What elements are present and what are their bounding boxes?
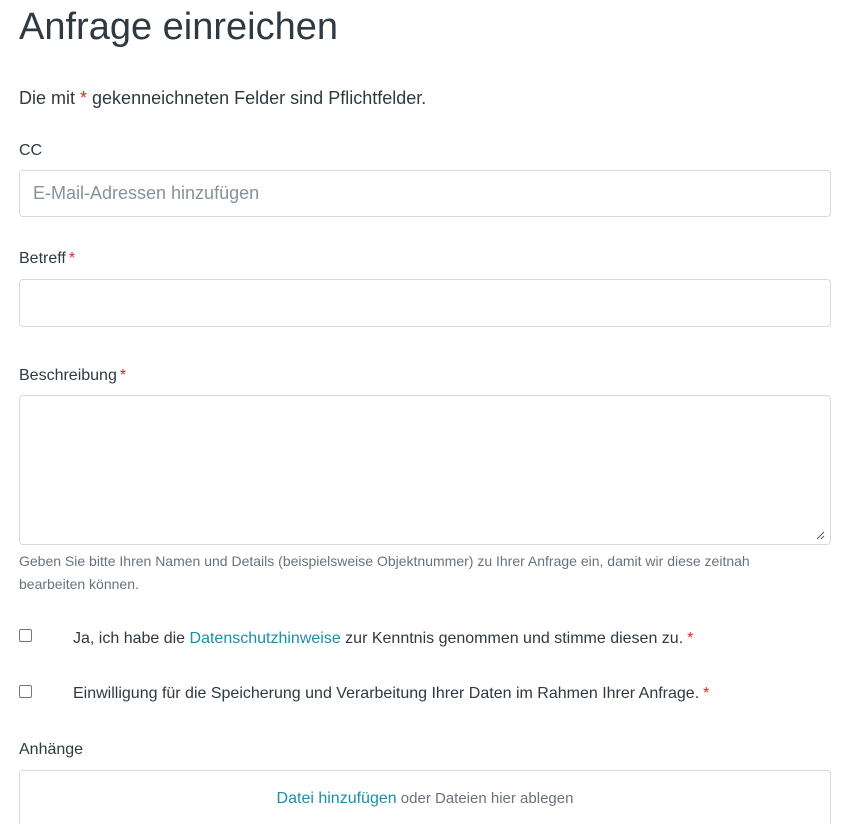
- required-asterisk: *: [80, 88, 88, 108]
- privacy-consent-label: Ja, ich habe die Datenschutzhinweise zur…: [73, 628, 693, 650]
- subject-label: Betreff *: [19, 249, 75, 269]
- data-consent-label: Einwilligung für die Speicherung und Ver…: [73, 683, 709, 705]
- privacy-text-before: Ja, ich habe die: [73, 630, 190, 647]
- intro-text-after: gekenneichneten Felder sind Pflichtfelde…: [87, 88, 427, 108]
- privacy-policy-link[interactable]: Datenschutzhinweise: [190, 630, 341, 647]
- resize-grip-icon[interactable]: [815, 530, 825, 540]
- subject-input[interactable]: [19, 279, 831, 327]
- dropzone-drop-text: oder Dateien hier ablegen: [396, 790, 574, 807]
- description-label-text: Beschreibung: [19, 367, 117, 384]
- description-textarea[interactable]: [19, 395, 831, 545]
- description-label: Beschreibung *: [19, 366, 126, 386]
- data-consent-text: Einwilligung für die Speicherung und Ver…: [73, 685, 700, 702]
- data-consent-required-asterisk: *: [703, 685, 710, 702]
- attachments-dropzone[interactable]: Datei hinzufügen oder Dateien hier ableg…: [19, 770, 831, 824]
- data-consent-checkbox[interactable]: [19, 685, 32, 698]
- privacy-required-asterisk: *: [687, 630, 694, 647]
- description-hint: Geben Sie bitte Ihren Namen und Details …: [19, 553, 750, 592]
- dropzone-text: Datei hinzufügen oder Dateien hier ableg…: [20, 788, 830, 810]
- add-file-link[interactable]: Datei hinzufügen: [277, 790, 397, 807]
- required-fields-note: Die mit * gekenneichneten Felder sind Pf…: [19, 86, 426, 110]
- cc-label: CC: [19, 142, 43, 159]
- attachments-label: Anhänge: [19, 741, 84, 758]
- description-required-asterisk: *: [119, 367, 127, 384]
- intro-text-before: Die mit: [19, 88, 81, 108]
- privacy-text-after: zur Kenntnis genommen und stimme diesen …: [340, 630, 684, 647]
- cc-email-input[interactable]: [19, 170, 831, 217]
- request-form-page: Anfrage einreichen Die mit * gekenneichn…: [0, 0, 844, 824]
- page-title: Anfrage einreichen: [19, 6, 338, 48]
- subject-label-text: Betreff: [19, 250, 66, 267]
- privacy-checkbox[interactable]: [19, 629, 32, 642]
- subject-required-asterisk: *: [68, 250, 76, 267]
